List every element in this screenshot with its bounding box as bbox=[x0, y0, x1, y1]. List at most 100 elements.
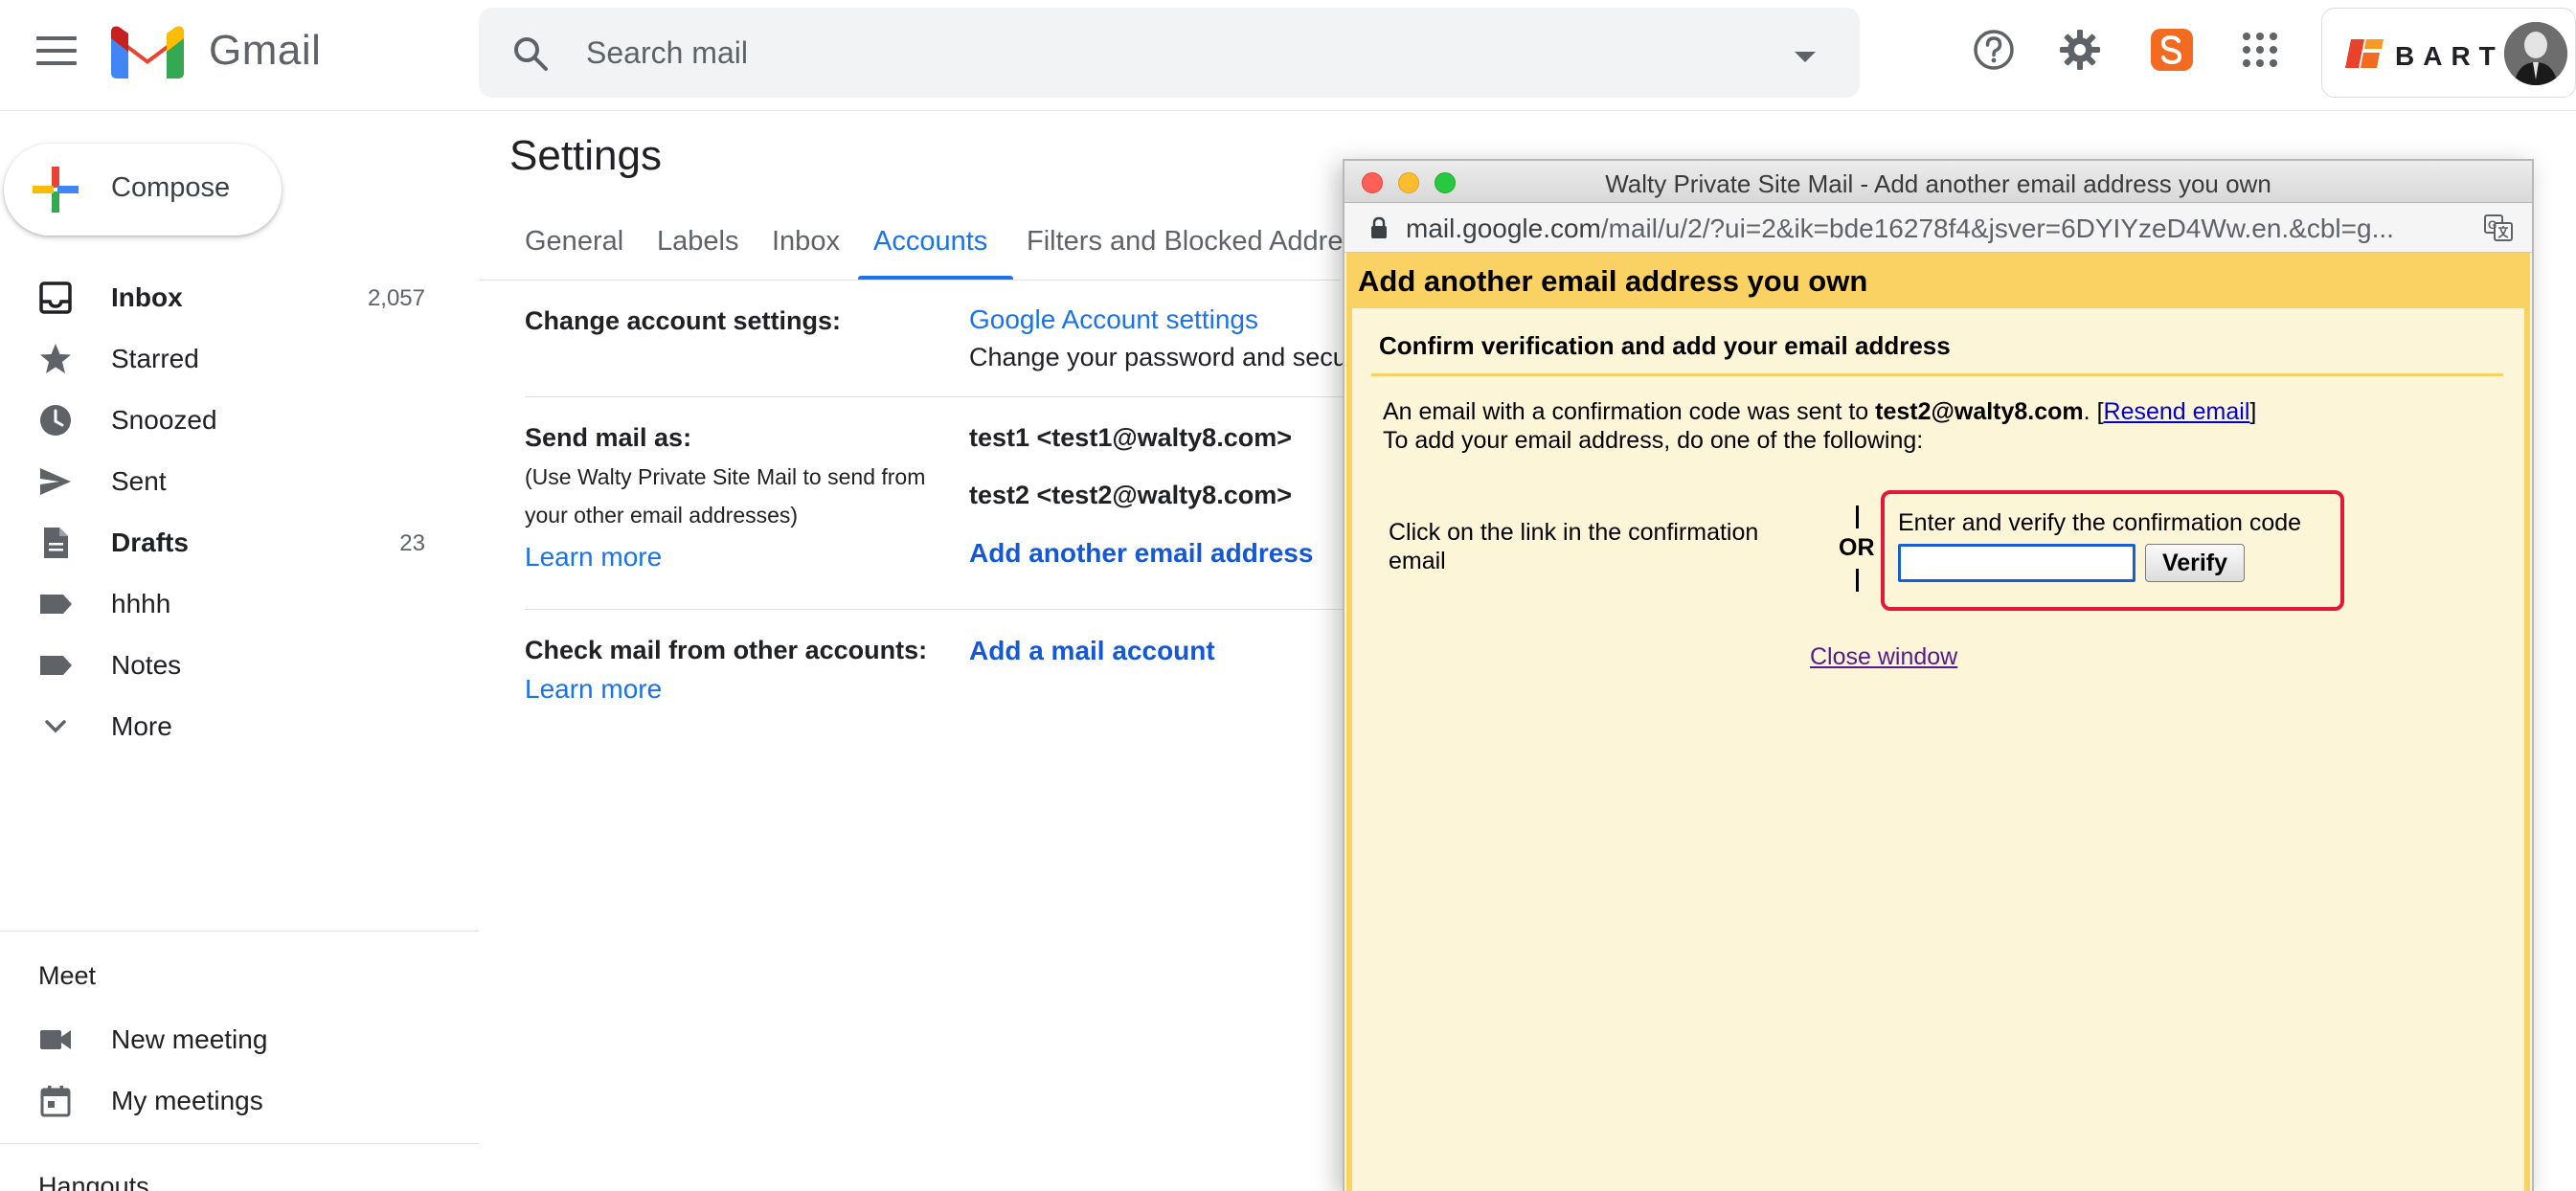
popup-titlebar[interactable]: Walty Private Site Mail - Add another em… bbox=[1344, 161, 2532, 203]
popup-window-title: Walty Private Site Mail - Add another em… bbox=[1605, 169, 2271, 198]
avatar-portrait-icon bbox=[2504, 22, 2567, 85]
or-separator-line bbox=[1856, 569, 1859, 592]
drafts-count: 23 bbox=[399, 530, 425, 556]
sidebar-item-label: More bbox=[111, 711, 172, 741]
top-header: Gmail Search mail BART bbox=[0, 0, 2576, 111]
confirmation-code-input[interactable] bbox=[1898, 544, 2135, 582]
compose-plus-icon bbox=[33, 167, 79, 213]
compose-button[interactable]: Compose bbox=[4, 144, 282, 236]
star-icon bbox=[40, 344, 71, 373]
page-title: Settings bbox=[509, 132, 662, 179]
change-account-label: Change account settings: bbox=[525, 306, 842, 335]
check-mail-learn-more-link[interactable]: Learn more bbox=[525, 674, 662, 705]
popup-content: Add another email address you own Confir… bbox=[1346, 253, 2530, 1191]
row-divider bbox=[525, 396, 1348, 397]
sidebar-item-inbox[interactable]: Inbox 2,057 bbox=[0, 267, 460, 326]
sent-prefix: An email with a confirmation code was se… bbox=[1383, 398, 1876, 425]
instruction-text: To add your email address, do one of the… bbox=[1383, 427, 1924, 454]
send-mail-as-sub-2: your other email addresses) bbox=[525, 503, 799, 528]
account-brand-text: BART bbox=[2395, 41, 2504, 71]
label-tag-icon bbox=[40, 656, 72, 675]
url-host: mail.google.com bbox=[1406, 213, 1601, 243]
send-mail-learn-more-link[interactable]: Learn more bbox=[525, 542, 662, 573]
avatar[interactable] bbox=[2504, 22, 2567, 85]
account-switcher[interactable]: BART bbox=[2321, 8, 2576, 98]
tabs-divider bbox=[479, 280, 1341, 281]
sidebar-item-sent[interactable]: Sent bbox=[0, 451, 460, 510]
popup-url-bar: mail.google.com/mail/u/2/?ui=2&ik=bde162… bbox=[1344, 203, 2532, 253]
sidebar-item-label: My meetings bbox=[111, 1086, 263, 1115]
tab-accounts[interactable]: Accounts bbox=[873, 226, 987, 258]
sent-close-bracket: ] bbox=[2249, 398, 2257, 425]
calendar-icon bbox=[40, 1086, 71, 1117]
sidebar-item-snoozed[interactable]: Snoozed bbox=[0, 390, 460, 449]
sidebar-item-label: Sent bbox=[111, 466, 167, 496]
check-mail-label: Check mail from other accounts: bbox=[525, 636, 928, 664]
sidebar-item-label: hhhh bbox=[111, 589, 171, 618]
sidebar-item-my-meetings[interactable]: My meetings bbox=[0, 1070, 460, 1130]
sidebar-item-drafts[interactable]: Drafts 23 bbox=[0, 512, 460, 572]
gmail-logo-text[interactable]: Gmail bbox=[209, 27, 321, 75]
sent-suffix: . [ bbox=[2083, 398, 2104, 425]
draft-file-icon bbox=[44, 528, 68, 558]
chevron-down-icon bbox=[45, 720, 66, 733]
compose-label: Compose bbox=[111, 172, 231, 203]
sidebar-item-more[interactable]: More bbox=[0, 696, 460, 755]
translate-icon[interactable]: G bbox=[2484, 214, 2513, 241]
sidebar-divider bbox=[0, 931, 479, 932]
inbox-icon bbox=[39, 281, 72, 314]
sent-email-address: test2@walty8.com bbox=[1875, 398, 2084, 425]
sidebar-item-new-meeting[interactable]: New meeting bbox=[0, 1009, 460, 1068]
send-as-address: test2 <test2@walty8.com> bbox=[969, 481, 1292, 509]
gmail-logo-icon[interactable] bbox=[111, 23, 184, 80]
sidebar-item-hhhh[interactable]: hhhh bbox=[0, 573, 460, 633]
sidebar-item-notes[interactable]: Notes bbox=[0, 635, 460, 694]
or-separator-text: OR bbox=[1839, 534, 1875, 561]
search-options-caret-icon[interactable] bbox=[1795, 52, 1816, 62]
add-email-popup-window: Walty Private Site Mail - Add another em… bbox=[1343, 159, 2534, 1191]
verify-button[interactable]: Verify bbox=[2145, 544, 2245, 582]
tab-general[interactable]: General bbox=[525, 226, 623, 258]
main-menu-icon[interactable] bbox=[36, 36, 77, 67]
tab-labels[interactable]: Labels bbox=[657, 226, 738, 258]
sidebar-item-label: Snoozed bbox=[111, 405, 217, 435]
option-click-link-text-2: email bbox=[1389, 548, 1446, 574]
help-icon[interactable] bbox=[1971, 27, 2017, 73]
search-input[interactable] bbox=[586, 27, 1735, 79]
url-path: /mail/u/2/?ui=2&ik=bde16278f4&jsver=6DYI… bbox=[1600, 213, 2394, 243]
tab-inbox[interactable]: Inbox bbox=[772, 226, 840, 258]
send-mail-as-sub-1: (Use Walty Private Site Mail to send fro… bbox=[525, 464, 926, 489]
sidebar-item-label: Inbox bbox=[111, 282, 183, 312]
enter-code-label: Enter and verify the confirmation code bbox=[1898, 509, 2302, 536]
option-click-link-text-1: Click on the link in the confirmation bbox=[1389, 519, 1759, 546]
clock-icon bbox=[40, 405, 71, 436]
send-as-address: test1 <test1@walty8.com> bbox=[969, 423, 1292, 452]
meet-section-title: Meet bbox=[38, 961, 97, 990]
extension-s-icon[interactable] bbox=[2149, 27, 2195, 73]
sidebar-item-label: Notes bbox=[111, 650, 182, 680]
or-separator-line bbox=[1856, 506, 1859, 528]
resend-email-link[interactable]: Resend email bbox=[2104, 398, 2250, 425]
label-tag-icon bbox=[40, 595, 72, 614]
popup-heading: Add another email address you own bbox=[1358, 264, 1868, 298]
google-account-settings-link[interactable]: Google Account settings bbox=[969, 304, 1258, 335]
inbox-unread-count: 2,057 bbox=[367, 285, 425, 311]
add-another-email-link[interactable]: Add another email address bbox=[969, 538, 1313, 569]
send-icon bbox=[40, 468, 71, 495]
search-icon[interactable] bbox=[511, 34, 550, 73]
sidebar-item-starred[interactable]: Starred bbox=[0, 328, 460, 388]
popup-subheading: Confirm verification and add your email … bbox=[1379, 331, 1951, 360]
search-bar bbox=[479, 8, 1860, 98]
close-window-link[interactable]: Close window bbox=[1810, 643, 1957, 671]
add-mail-account-link[interactable]: Add a mail account bbox=[969, 636, 1215, 666]
popup-url[interactable]: mail.google.com/mail/u/2/?ui=2&ik=bde162… bbox=[1406, 213, 2459, 244]
settings-gear-icon[interactable] bbox=[2057, 27, 2103, 73]
popup-subheading-divider bbox=[1371, 373, 2503, 376]
send-mail-as-label: Send mail as: bbox=[525, 423, 692, 452]
confirmation-sent-message: An email with a confirmation code was se… bbox=[1383, 398, 2256, 426]
apps-grid-icon[interactable] bbox=[2237, 27, 2283, 73]
video-camera-icon bbox=[40, 1030, 71, 1049]
svg-text:G: G bbox=[2488, 218, 2497, 232]
popup-header-bar: Add another email address you own bbox=[1352, 253, 2524, 308]
lock-icon bbox=[1371, 216, 1387, 238]
